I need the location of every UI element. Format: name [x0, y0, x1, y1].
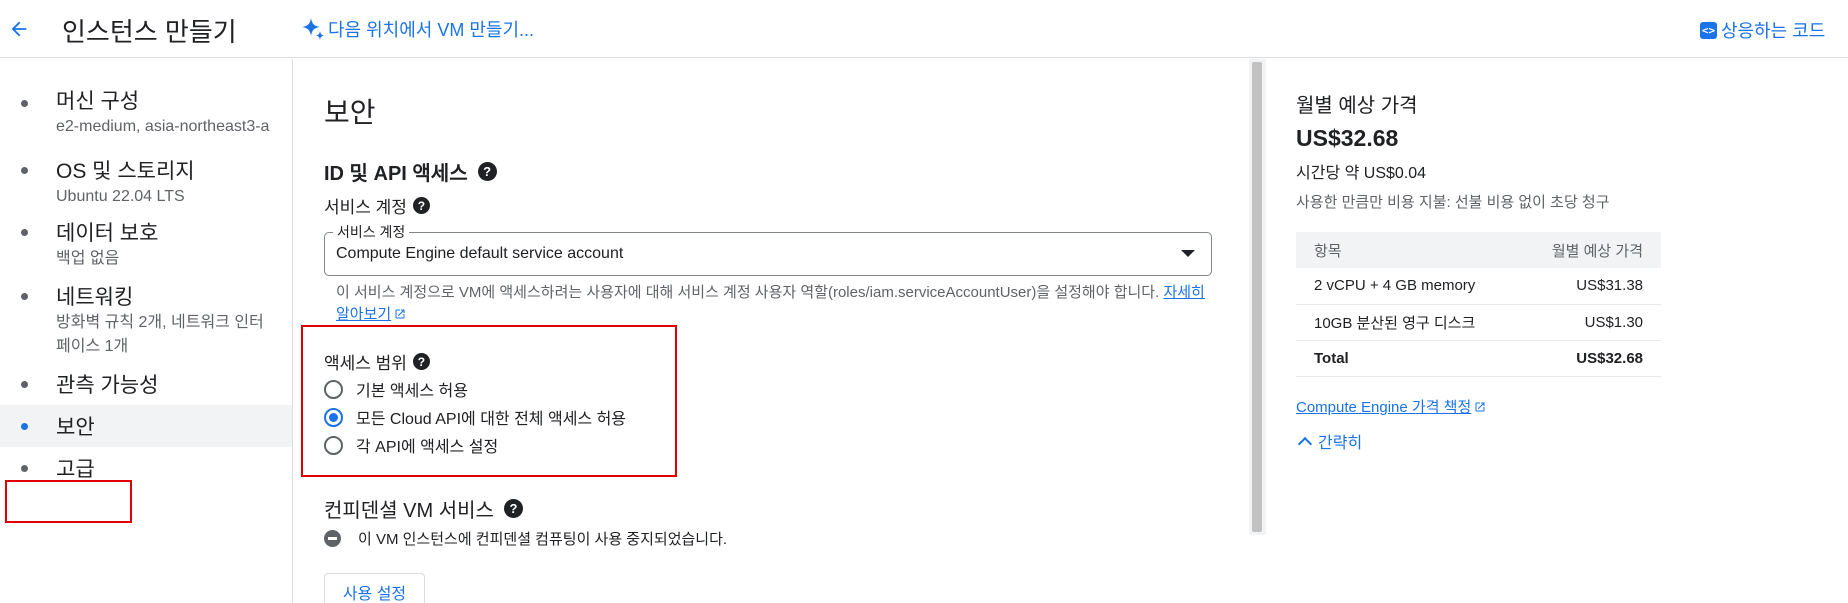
radio-label: 모든 Cloud API에 대한 전체 액세스 허용: [356, 411, 627, 428]
pricing-link[interactable]: Compute Engine 가격 책정: [1296, 396, 1486, 417]
id-api-access-heading: ID 및 API 액세스 ?: [324, 157, 497, 186]
nav-bullet-icon: [21, 229, 28, 236]
select-floating-label: 서비스 계정: [333, 222, 410, 242]
sidebar-item-machine-config[interactable]: 머신 구성 e2-medium, asia-northeast3-a: [0, 59, 292, 141]
hourly-price: 시간당 약 US$0.04: [1296, 165, 1427, 182]
access-scope-heading: 액세스 범위 ?: [324, 349, 430, 374]
sidebar-item-label: 데이터 보호: [56, 222, 159, 245]
pricing-panel: 월별 예상 가격 US$32.68 시간당 약 US$0.04 사용한 만큼만 …: [1296, 59, 1836, 603]
external-link-icon: [395, 309, 405, 319]
sidebar-item-security[interactable]: 보안: [0, 405, 292, 447]
item-cell: 2 vCPU + 4 GB memory: [1296, 268, 1518, 305]
sidebar-item-label: OS 및 스토리지: [56, 160, 195, 183]
security-section: 보안 ID 및 API 액세스 ? 서비스 계정 ? 서비스 계정 Comput…: [294, 59, 1249, 603]
item-cell: 10GB 분산된 영구 디스크: [1296, 304, 1518, 341]
total-label: Total: [1296, 340, 1518, 377]
id-api-access-title: ID 및 API 액세스: [324, 163, 468, 185]
sidebar-item-label: 고급: [56, 458, 95, 481]
sidebar-item-label: 네트워킹: [56, 286, 134, 309]
sidebar-item-networking[interactable]: 네트워킹 방화벽 규칙 2개, 네트워크 인터페이스 1개: [0, 281, 292, 365]
help-icon[interactable]: ?: [477, 162, 497, 181]
service-account-label-row: 서비스 계정 ?: [324, 193, 430, 218]
confidential-status-text: 이 VM 인스턴스에 컨피덴셜 컴퓨팅이 사용 중지되었습니다.: [358, 531, 728, 548]
radio-label: 각 API에 액세스 설정: [356, 439, 499, 456]
radio-label: 기본 액세스 허용: [356, 383, 468, 400]
total-price: US$32.68: [1517, 340, 1661, 377]
total-row: Total US$32.68: [1296, 340, 1661, 377]
price-cell: US$1.30: [1517, 304, 1661, 341]
scrollbar-thumb[interactable]: [1252, 62, 1262, 532]
radio-default-access[interactable]: 기본 액세스 허용: [324, 377, 468, 401]
sidebar-item-summary: Ubuntu 22.04 LTS: [56, 188, 185, 205]
pricing-link-label: Compute Engine 가격 책정: [1296, 399, 1472, 416]
dropdown-caret-icon: [1181, 250, 1195, 257]
table-row: 10GB 분산된 영구 디스크 US$1.30: [1296, 304, 1661, 341]
nav-bullet-icon: [21, 381, 28, 388]
sidebar-item-label: 관측 가능성: [56, 374, 159, 397]
price-cell: US$31.38: [1517, 268, 1661, 305]
radio-button[interactable]: [324, 435, 343, 455]
select-value: Compute Engine default service account: [336, 245, 624, 262]
service-account-select[interactable]: 서비스 계정 Compute Engine default service ac…: [324, 222, 1212, 276]
radio-full-cloud-api-access[interactable]: 모든 Cloud API에 대한 전체 액세스 허용: [324, 405, 626, 429]
radio-button-checked[interactable]: [324, 407, 343, 427]
sidebar-item-summary: 방화벽 규칙 2개, 네트워크 인터페이스 1개: [56, 314, 264, 355]
sidebar-item-data-protection[interactable]: 데이터 보호 백업 없음: [0, 217, 292, 277]
sidebar-item-observability[interactable]: 관측 가능성: [0, 369, 292, 403]
page-title: 인스턴스 만들기: [62, 17, 237, 47]
enable-button[interactable]: 사용 설정: [324, 573, 425, 603]
help-icon[interactable]: ?: [412, 197, 430, 214]
nav-bullet-icon: [21, 167, 28, 174]
gemini-link-label: 다음 위치에서 VM 만들기...: [328, 20, 535, 40]
collapse-label: 간략히: [1318, 435, 1363, 452]
external-link-icon: [1475, 402, 1485, 412]
column-header: 항목: [1296, 232, 1518, 268]
sidebar-item-label: 보안: [56, 416, 95, 439]
radio-per-api-access[interactable]: 각 API에 액세스 설정: [324, 433, 498, 457]
chevron-up-icon: [1297, 436, 1313, 451]
nav-bullet-icon: [21, 465, 28, 472]
access-scope-title: 액세스 범위: [324, 354, 407, 373]
service-account-label: 서비스 계정: [324, 198, 407, 217]
sparkle-icon: [302, 18, 324, 40]
sidebar-item-summary: e2-medium, asia-northeast3-a: [56, 118, 270, 135]
collapse-toggle[interactable]: 간략히: [1296, 429, 1362, 453]
code-link-label: 상응하는 코드: [1721, 21, 1826, 41]
confidential-vm-status: 이 VM 인스턴스에 컨피덴셜 컴퓨팅이 사용 중지되었습니다.: [324, 528, 727, 549]
sidebar-item-label: 머신 구성: [56, 90, 140, 113]
section-title: 보안: [324, 97, 376, 128]
pricing-title: 월별 예상 가격: [1296, 95, 1418, 117]
confidential-vm-title: 컨피덴셜 VM 서비스: [324, 500, 494, 522]
back-arrow-icon[interactable]: [4, 14, 34, 44]
table-header-row: 항목 월별 예상 가격: [1296, 232, 1661, 268]
table-row: 2 vCPU + 4 GB memory US$31.38: [1296, 268, 1661, 305]
nav-bullet-icon: [21, 100, 28, 107]
monthly-price: US$32.68: [1296, 125, 1399, 151]
sidebar-item-os-storage[interactable]: OS 및 스토리지 Ubuntu 22.04 LTS: [0, 155, 292, 215]
gemini-create-vm-link[interactable]: 다음 위치에서 VM 만들기...: [300, 16, 534, 42]
top-header: 인스턴스 만들기 다음 위치에서 VM 만들기... <> 상응하는 코드: [0, 0, 1848, 58]
code-icon: <>: [1700, 21, 1717, 39]
confidential-vm-heading: 컨피덴셜 VM 서비스 ?: [324, 494, 523, 523]
help-icon[interactable]: ?: [503, 499, 523, 518]
disabled-status-icon: [324, 530, 341, 547]
sidebar-item-summary: 백업 없음: [56, 250, 120, 267]
radio-button[interactable]: [324, 379, 343, 399]
cost-breakdown-table: 항목 월별 예상 가격 2 vCPU + 4 GB memory US$31.3…: [1296, 232, 1661, 377]
equivalent-code-link[interactable]: <> 상응하는 코드: [1700, 17, 1825, 43]
service-account-hint: 이 서비스 계정으로 VM에 액세스하려는 사용자에 대해 서비스 계정 사용자…: [336, 282, 1206, 326]
hint-text: 이 서비스 계정으로 VM에 액세스하려는 사용자에 대해 서비스 계정 사용자…: [336, 284, 1164, 301]
nav-bullet-icon: [21, 423, 28, 430]
help-icon[interactable]: ?: [412, 353, 430, 370]
highlight-box-security-nav: [5, 480, 132, 523]
billing-note: 사용한 만큼만 비용 지불: 선불 비용 없이 초당 청구: [1296, 194, 1610, 211]
column-header: 월별 예상 가격: [1517, 232, 1661, 268]
nav-bullet-icon: [21, 293, 28, 300]
